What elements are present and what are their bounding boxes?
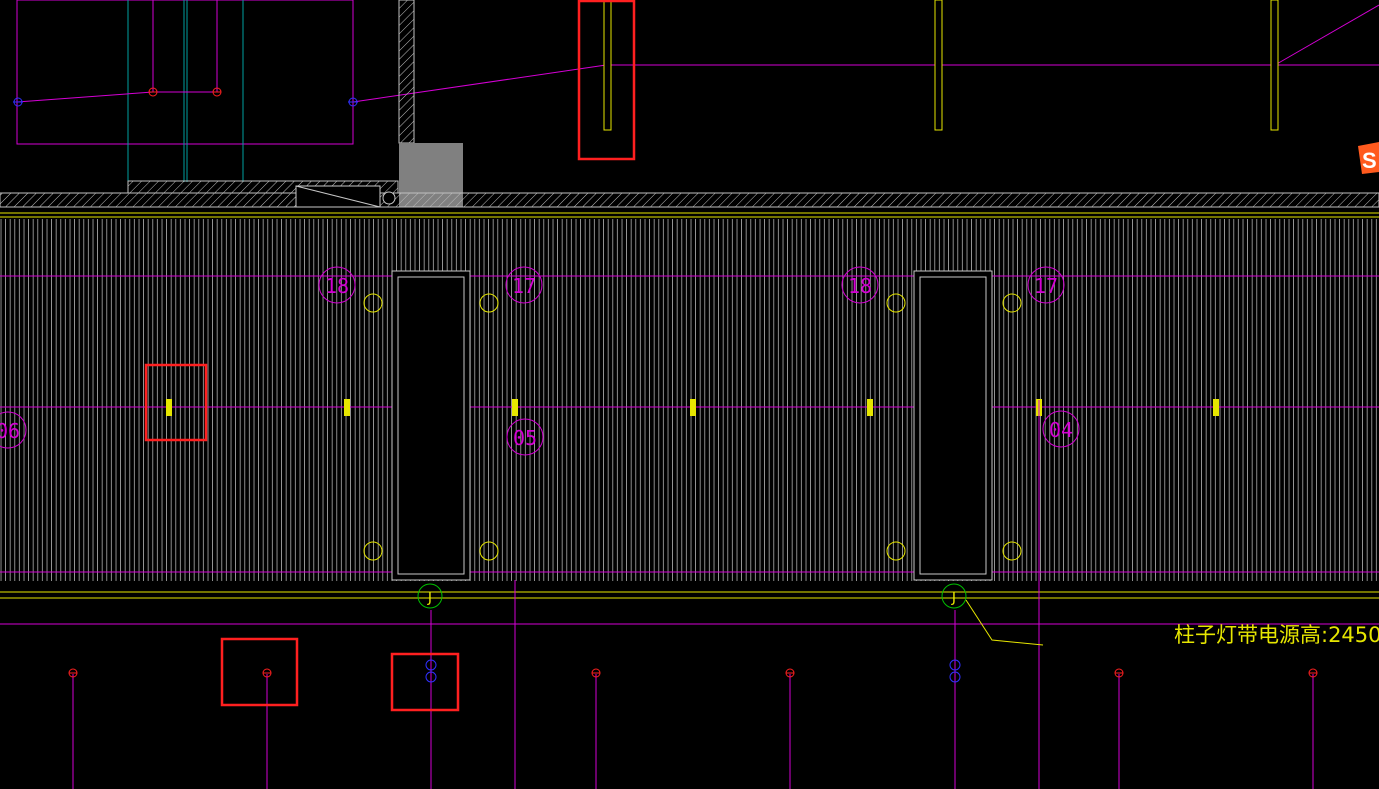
note-leader-line	[965, 599, 1044, 646]
logo-letter: S	[1362, 148, 1377, 173]
data-outlet-symbols	[425, 659, 961, 683]
junction-box-circles	[417, 583, 967, 609]
upper-markers	[13, 87, 358, 107]
grid-tag-4: 17	[1034, 274, 1058, 298]
power-height-note: 柱子灯带电源高:2450	[1174, 623, 1379, 647]
junction-box-j-1: J	[427, 590, 432, 606]
app-logo-fragment[interactable]: S	[1358, 142, 1379, 174]
section-tag-06: 06	[0, 419, 20, 443]
junction-box-j-2: J	[951, 590, 956, 606]
door-element	[295, 185, 396, 208]
highlight-box-socket	[220, 637, 299, 707]
cad-drawing-canvas[interactable]: 18 17 18 17 06 05 04 J J 柱子灯带电源高:2450 S	[0, 0, 1379, 789]
socket-markers	[68, 668, 1318, 678]
section-tag-05: 05	[513, 426, 537, 450]
highlight-box-data-outlet	[390, 652, 460, 712]
section-tag-04: 04	[1049, 418, 1073, 442]
vertical-wall	[398, 0, 415, 144]
upper-room-outline	[16, 0, 1379, 190]
grid-tag-2: 17	[512, 274, 536, 298]
grid-tag-1: 18	[325, 274, 349, 298]
horizontal-wall	[0, 192, 1379, 208]
band-bottom-lines	[0, 591, 1379, 625]
grid-tag-3: 18	[848, 274, 872, 298]
